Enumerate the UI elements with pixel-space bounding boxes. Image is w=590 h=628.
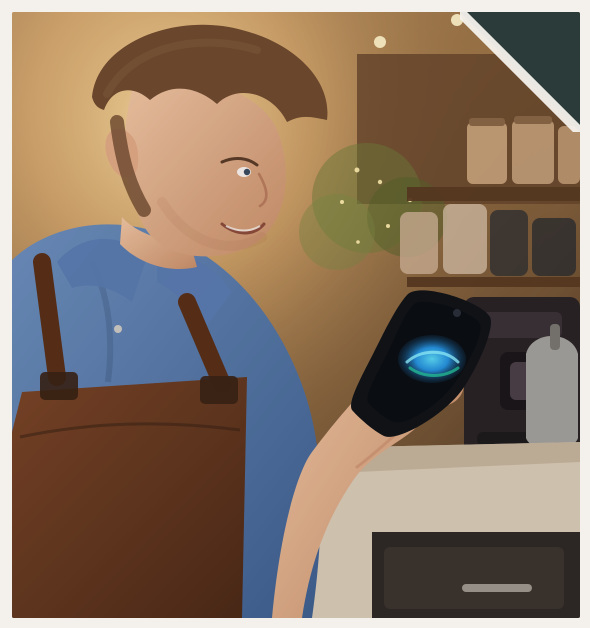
scene-illustration: [12, 12, 580, 618]
barista-scene: [12, 12, 580, 618]
image-frame: [0, 0, 590, 628]
